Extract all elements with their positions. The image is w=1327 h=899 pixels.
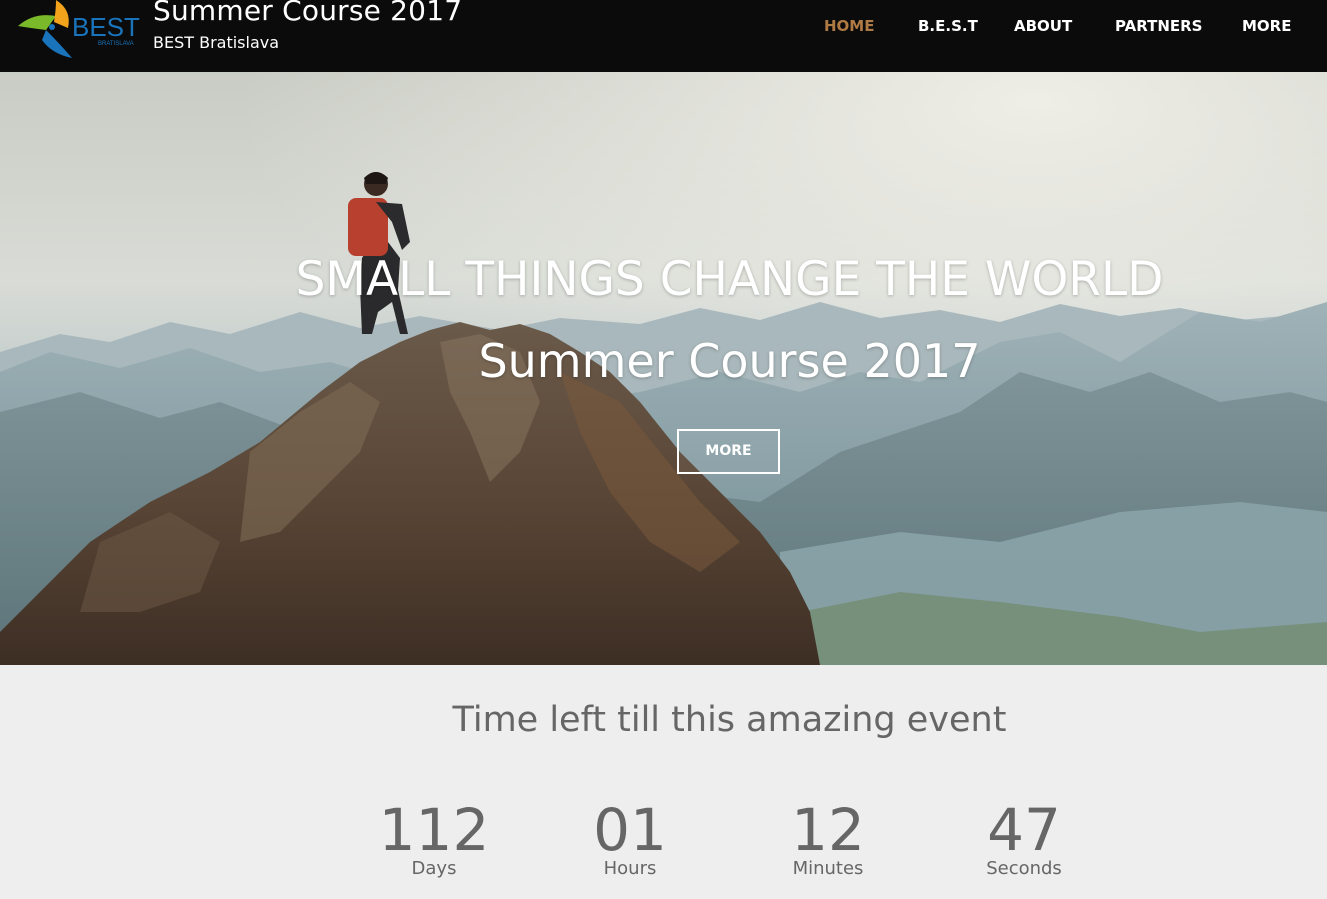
nav-home[interactable]: HOME [824, 17, 874, 35]
countdown-days-value: 112 [378, 796, 490, 864]
countdown-minutes-value: 12 [791, 796, 865, 864]
countdown-hours-value: 01 [593, 796, 667, 864]
hero-more-button[interactable]: MORE [677, 429, 780, 474]
countdown-seconds-value: 47 [987, 796, 1061, 864]
svg-text:BRATISLAVA: BRATISLAVA [98, 41, 134, 47]
countdown-hours: 01 Hours [540, 796, 720, 879]
site-header: BEST BRATISLAVA Summer Course 2017 BEST … [0, 0, 1327, 72]
countdown-days: 112 Days [344, 796, 524, 879]
countdown-seconds: 47 Seconds [934, 796, 1114, 879]
countdown-title: Time left till this amazing event [452, 700, 1007, 740]
main-nav: HOME B.E.S.T ABOUT PARTNERS MORE [0, 17, 1327, 37]
countdown-seconds-label: Seconds [986, 858, 1062, 879]
countdown-minutes-label: Minutes [792, 858, 864, 879]
nav-more[interactable]: MORE [1242, 17, 1291, 35]
countdown-hours-label: Hours [603, 858, 657, 879]
nav-best[interactable]: B.E.S.T [918, 17, 978, 35]
countdown-minutes: 12 Minutes [738, 796, 918, 879]
hero-headline: SMALL THINGS CHANGE THE WORLD [295, 252, 1164, 307]
hero-subline: Summer Course 2017 [478, 334, 981, 388]
countdown-days-label: Days [411, 858, 457, 879]
hero-section: SMALL THINGS CHANGE THE WORLD Summer Cou… [0, 72, 1327, 665]
nav-about[interactable]: ABOUT [1014, 17, 1072, 35]
nav-partners[interactable]: PARTNERS [1115, 17, 1203, 35]
